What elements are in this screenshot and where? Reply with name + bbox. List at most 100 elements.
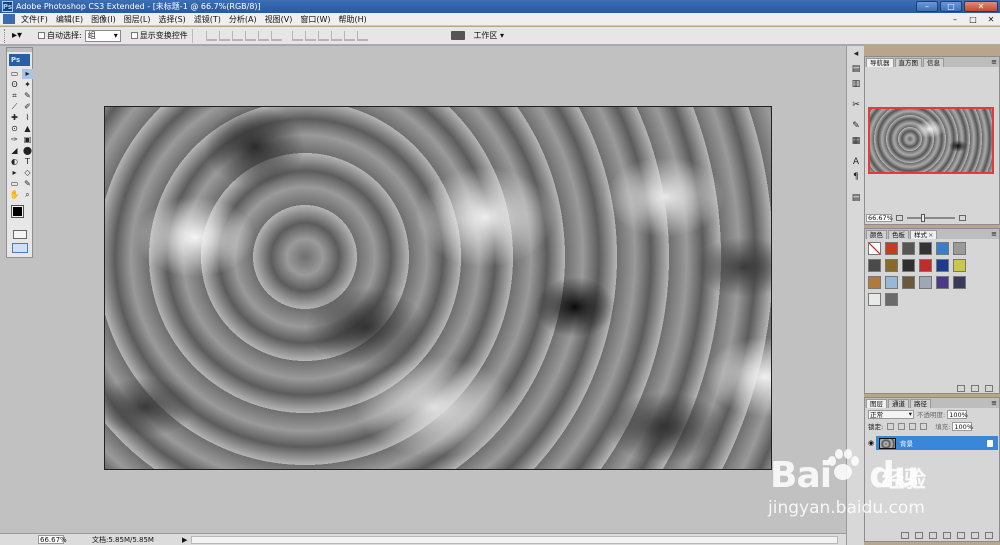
new-layer-icon[interactable] xyxy=(971,531,979,539)
tab-navigator[interactable]: 导航器 xyxy=(866,58,894,67)
status-menu-arrow-icon[interactable]: ▶ xyxy=(182,536,187,544)
menu-layer[interactable]: 图层(L) xyxy=(120,14,155,25)
brush-tool-icon[interactable]: ✐ xyxy=(22,102,33,112)
slice-tool-icon[interactable]: ✎ xyxy=(22,91,33,101)
link-layers-icon[interactable] xyxy=(901,531,909,539)
menu-analysis[interactable]: 分析(A) xyxy=(225,14,261,25)
style-swatch[interactable] xyxy=(919,276,932,289)
blend-mode-select[interactable]: 正常 ▾ xyxy=(868,409,914,419)
doc-minimize-button[interactable]: – xyxy=(949,14,961,24)
maximize-button[interactable]: □ xyxy=(940,1,962,12)
horizontal-scrollbar[interactable] xyxy=(191,535,838,544)
type-tool-icon[interactable]: T xyxy=(22,157,33,167)
align-top-icon[interactable] xyxy=(205,30,217,41)
tab-histogram[interactable]: 直方图 xyxy=(894,58,922,67)
visibility-eye-icon[interactable]: ◉ xyxy=(866,436,876,450)
gradient-tool-icon[interactable]: ▲ xyxy=(22,124,33,134)
pen-tool-icon[interactable]: ◢ xyxy=(9,146,20,156)
style-swatch[interactable] xyxy=(885,242,898,255)
style-swatch[interactable] xyxy=(953,259,966,272)
show-transform-box[interactable] xyxy=(130,32,138,39)
tab-info[interactable]: 信息 xyxy=(923,58,944,67)
clone-stamp-tool-icon[interactable]: ✚ xyxy=(9,113,20,123)
dock-clone-icon[interactable]: ▦ xyxy=(849,135,863,148)
screen-mode-button[interactable] xyxy=(12,243,28,253)
auto-select-checkbox[interactable]: 自动选择: xyxy=(38,30,82,41)
zoom-out-icon[interactable] xyxy=(896,214,903,221)
lock-all-icon[interactable] xyxy=(920,422,928,430)
healing-brush-tool-icon[interactable]: ⟋ xyxy=(9,102,20,112)
doc-close-button[interactable]: ✕ xyxy=(985,14,997,24)
hand-tool-icon[interactable]: ✋ xyxy=(9,190,20,200)
workspace-label[interactable]: 工作区 ▾ xyxy=(473,30,504,41)
tab-swatches[interactable]: 色板 xyxy=(888,230,909,239)
auto-select-box[interactable] xyxy=(38,32,45,39)
delete-layer-icon[interactable] xyxy=(985,531,993,539)
minimize-button[interactable]: – xyxy=(916,1,938,12)
sponge-tool-icon[interactable]: ⬤ xyxy=(22,146,33,156)
style-swatch[interactable] xyxy=(936,242,949,255)
ps-menu-icon[interactable] xyxy=(3,14,15,24)
style-swatch[interactable] xyxy=(885,293,898,306)
dock-character-icon[interactable]: A xyxy=(849,156,863,169)
navigator-zoom-field[interactable]: 66.67% xyxy=(866,213,893,222)
tab-paths[interactable]: 路径 xyxy=(910,399,931,408)
distribute-hcenter-icon[interactable] xyxy=(343,30,355,41)
align-hcenter-icon[interactable] xyxy=(257,30,269,41)
quick-mask-button[interactable] xyxy=(13,230,27,239)
delete-style-icon[interactable] xyxy=(985,384,993,392)
path-selection-tool-icon[interactable]: ▸ xyxy=(9,168,20,178)
ps-logo[interactable]: Ps xyxy=(9,54,30,66)
foreground-color[interactable] xyxy=(11,205,24,218)
align-left-icon[interactable] xyxy=(244,30,256,41)
move-tool-icon[interactable]: ▸ xyxy=(22,69,33,79)
blur-tool-icon[interactable]: ✑ xyxy=(9,135,20,145)
align-right-icon[interactable] xyxy=(270,30,282,41)
style-swatch[interactable] xyxy=(868,276,881,289)
toolbox-grip[interactable] xyxy=(7,48,32,52)
menu-help[interactable]: 帮助(H) xyxy=(335,14,371,25)
notes-tool-icon[interactable]: ▭ xyxy=(9,179,20,189)
dodge-tool-icon[interactable]: ▣ xyxy=(22,135,33,145)
lock-pixels-icon[interactable] xyxy=(898,422,906,430)
lasso-tool-icon[interactable]: ʘ xyxy=(9,80,20,90)
menu-window[interactable]: 窗口(W) xyxy=(296,14,334,25)
tab-color[interactable]: 颜色 xyxy=(866,230,887,239)
zoom-slider-knob[interactable] xyxy=(921,213,925,222)
style-swatch[interactable] xyxy=(868,242,881,255)
style-swatch[interactable] xyxy=(868,293,881,306)
style-swatch[interactable] xyxy=(936,276,949,289)
style-swatch[interactable] xyxy=(885,276,898,289)
style-swatch[interactable] xyxy=(919,242,932,255)
marquee-tool-icon[interactable]: ▭ xyxy=(9,69,20,79)
auto-select-dropdown[interactable]: 组 ▾ xyxy=(84,29,121,42)
show-transform-checkbox[interactable]: 显示变换控件 xyxy=(130,30,188,41)
dock-collapse-icon[interactable]: ◂ xyxy=(849,48,863,61)
menu-view[interactable]: 视图(V) xyxy=(261,14,297,25)
menu-image[interactable]: 图像(I) xyxy=(87,14,120,25)
tab-channels[interactable]: 通道 xyxy=(888,399,909,408)
options-grip[interactable] xyxy=(4,28,8,43)
panel-menu-icon[interactable]: ≡ xyxy=(991,230,997,239)
move-tool-preset-icon[interactable]: ▸▾ xyxy=(12,30,34,41)
distribute-bottom-icon[interactable] xyxy=(317,30,329,41)
style-swatch[interactable] xyxy=(919,259,932,272)
dock-history-icon[interactable]: ▥ xyxy=(849,78,863,91)
magic-wand-tool-icon[interactable]: ✦ xyxy=(22,80,33,90)
navigator-thumbnail[interactable] xyxy=(868,107,994,174)
shape-tool-icon[interactable]: ◇ xyxy=(22,168,33,178)
workspace-icon[interactable] xyxy=(451,31,466,40)
dock-layer-comps-icon[interactable]: ▤ xyxy=(849,192,863,205)
distribute-left-icon[interactable] xyxy=(330,30,342,41)
dock-brush-icon[interactable]: ✎ xyxy=(849,120,863,133)
style-swatch[interactable] xyxy=(953,242,966,255)
style-swatch[interactable] xyxy=(902,259,915,272)
layer-style-icon[interactable] xyxy=(915,531,923,539)
style-swatch[interactable] xyxy=(953,276,966,289)
distribute-right-icon[interactable] xyxy=(356,30,368,41)
menu-filter[interactable]: 滤镜(T) xyxy=(190,14,225,25)
menu-file[interactable]: 文件(F) xyxy=(17,14,52,25)
distribute-top-icon[interactable] xyxy=(291,30,303,41)
tab-layers[interactable]: 图层 xyxy=(866,399,887,408)
eraser-tool-icon[interactable]: ⊙ xyxy=(9,124,20,134)
